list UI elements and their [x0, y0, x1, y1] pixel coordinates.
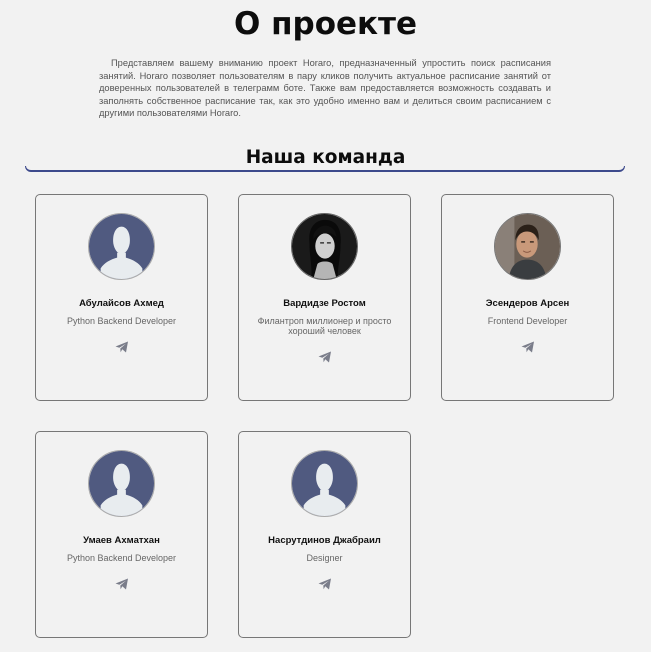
- member-name: Вардидзе Ростом: [283, 298, 366, 309]
- team-member-card: Насрутдинов Джабраил Designer: [238, 431, 411, 638]
- member-role: Frontend Developer: [487, 316, 568, 326]
- default-avatar-icon: [88, 450, 155, 517]
- telegram-icon[interactable]: [115, 340, 129, 354]
- team-member-card: Вардидзе Ростом Филантроп миллионер и пр…: [238, 194, 411, 401]
- member-name: Абулайсов Ахмед: [79, 298, 164, 309]
- telegram-icon[interactable]: [318, 577, 332, 591]
- member-role: Designer: [306, 553, 343, 563]
- member-role: Python Backend Developer: [66, 553, 177, 563]
- member-name: Насрутдинов Джабраил: [268, 535, 381, 546]
- default-avatar-icon: [291, 450, 358, 517]
- telegram-icon[interactable]: [521, 340, 535, 354]
- member-role: Филантроп миллионер и просто хороший чел…: [257, 316, 392, 336]
- member-photo: [494, 213, 561, 280]
- telegram-icon[interactable]: [115, 577, 129, 591]
- member-name: Умаев Ахматхан: [83, 535, 160, 546]
- team-member-card: Умаев Ахматхан Python Backend Developer: [35, 431, 208, 638]
- team-member-card: Эсендеров Арсен Frontend Developer: [441, 194, 614, 401]
- team-heading-underline: [25, 166, 625, 172]
- member-role: Python Backend Developer: [66, 316, 177, 326]
- team-member-card: Абулайсов Ахмед Python Backend Developer: [35, 194, 208, 401]
- default-avatar-icon: [88, 213, 155, 280]
- page-title: О проекте: [233, 6, 418, 42]
- member-photo: [291, 213, 358, 280]
- telegram-icon[interactable]: [318, 350, 332, 364]
- project-description: Представляем вашему вниманию проект Hora…: [99, 58, 551, 119]
- member-name: Эсендеров Арсен: [485, 298, 570, 309]
